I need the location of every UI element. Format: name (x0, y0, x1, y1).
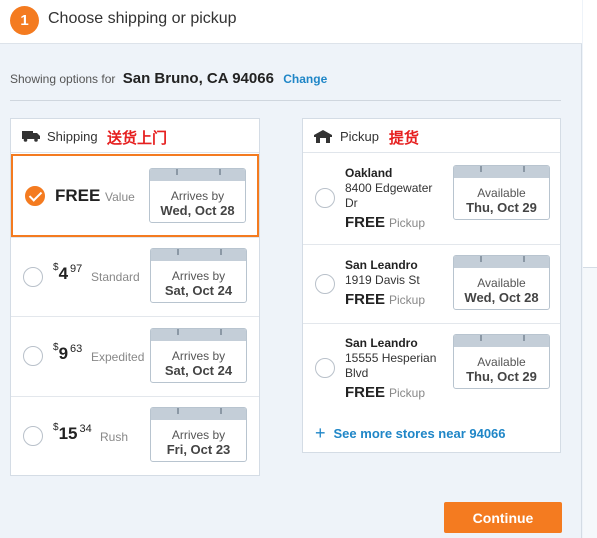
availability-label: Available (477, 186, 526, 200)
change-location-link[interactable]: Change (283, 72, 327, 86)
availability-date: Thu, Oct 29 (466, 200, 537, 215)
shipping-radio[interactable] (23, 267, 43, 287)
store-name: San Leandro (345, 258, 418, 272)
shipping-radio[interactable] (23, 426, 43, 446)
shipping-label: Shipping (47, 129, 98, 144)
availability-calendar: Available Thu, Oct 29 (453, 334, 550, 389)
arrival-date: Wed, Oct 28 (160, 203, 235, 218)
store-price: FREE Pickup (345, 291, 426, 308)
plus-icon: + (315, 423, 326, 443)
availability-calendar: Available Thu, Oct 29 (453, 165, 550, 220)
shipping-price: $9 63 (53, 342, 83, 363)
location-city: San Bruno, CA 94066 (122, 70, 274, 87)
arrival-label: Arrives by (171, 269, 226, 283)
pickup-radio[interactable] (315, 358, 335, 378)
pickup-radio[interactable] (315, 188, 335, 208)
shipping-option-standard[interactable]: $4 97 Standard Arrives by Sat, Oct 24 (11, 237, 259, 316)
see-more-stores-link[interactable]: + See more stores near 94066 (315, 422, 506, 443)
shipping-tier: Value (105, 190, 135, 204)
availability-label: Available (477, 276, 526, 290)
arrival-label: Arrives by (171, 428, 226, 442)
pickup-header: Pickup 提货 (303, 119, 560, 153)
shipping-price: $15 34 (53, 422, 92, 443)
shipping-header: Shipping 送货上门 (11, 119, 259, 153)
arrival-calendar: Arrives by Fri, Oct 23 (150, 407, 247, 462)
pickup-label: Pickup (340, 129, 380, 144)
store-name: Oakland (345, 166, 393, 180)
location-prefix: Showing options for (10, 72, 116, 86)
see-more-label: See more stores near 94066 (333, 426, 506, 441)
store-address: 15555 Hesperian Blvd (345, 351, 437, 380)
arrival-date: Fri, Oct 23 (166, 442, 231, 457)
store-name: San Leandro (345, 336, 418, 350)
shipping-radio[interactable] (23, 346, 43, 366)
store-address: 1919 Davis St (345, 273, 420, 287)
shipping-panel: 1 Choose shipping or pickup Showing opti… (0, 0, 582, 538)
shipping-annotation: 送货上门 (107, 129, 168, 147)
availability-calendar: Available Wed, Oct 28 (453, 255, 550, 310)
continue-button[interactable]: Continue (444, 502, 562, 533)
shipping-option-expedited[interactable]: $9 63 Expedited Arrives by Sat, Oct 24 (11, 316, 259, 396)
checkmark-icon[interactable] (25, 186, 45, 206)
arrival-label: Arrives by (170, 189, 225, 203)
availability-label: Available (477, 355, 526, 369)
shipping-option-value[interactable]: FREE Value Arrives by Wed, Oct 28 (11, 154, 259, 237)
arrival-label: Arrives by (171, 349, 226, 363)
store-price: FREE Pickup (345, 384, 426, 401)
store-icon (314, 130, 332, 143)
location-line: Showing options for San Bruno, CA 94066 … (10, 70, 327, 87)
shipping-box: Shipping 送货上门 FREE Value Arrives by Wed,… (10, 118, 260, 476)
arrival-calendar: Arrives by Sat, Oct 24 (150, 248, 247, 303)
pickup-radio[interactable] (315, 274, 335, 294)
truck-icon (22, 131, 40, 142)
pickup-annotation: 提货 (389, 129, 420, 147)
shipping-tier: Standard (91, 270, 140, 284)
pickup-store[interactable]: San Leandro 1919 Davis St FREE Pickup Ava… (303, 244, 560, 323)
location-divider (10, 100, 561, 101)
pickup-store[interactable]: Oakland 8400 Edgewater Dr FREE Pickup Ava… (303, 154, 560, 244)
availability-date: Wed, Oct 28 (464, 290, 539, 305)
pickup-store[interactable]: San Leandro 15555 Hesperian Blvd FREE Pic… (303, 323, 560, 413)
arrival-date: Sat, Oct 24 (164, 283, 233, 298)
pickup-box: Pickup 提货 Oakland 8400 Edgewater Dr FREE… (302, 118, 561, 453)
step-number-badge: 1 (10, 6, 39, 35)
shipping-price-free: FREE (55, 186, 101, 205)
arrival-calendar: Arrives by Wed, Oct 28 (149, 168, 246, 223)
step-header: 1 Choose shipping or pickup (0, 0, 582, 44)
arrival-calendar: Arrives by Sat, Oct 24 (150, 328, 247, 383)
store-price: FREE Pickup (345, 214, 426, 231)
adjacent-panel-edge (583, 0, 597, 538)
shipping-price: $4 97 (53, 262, 83, 283)
availability-date: Thu, Oct 29 (466, 369, 537, 384)
shipping-option-rush[interactable]: $15 34 Rush Arrives by Fri, Oct 23 (11, 396, 259, 476)
store-address: 8400 Edgewater Dr (345, 181, 433, 210)
shipping-tier: Rush (100, 430, 129, 444)
step-title: Choose shipping or pickup (48, 10, 237, 27)
adjacent-card-edge (583, 0, 597, 268)
shipping-tier: Expedited (91, 350, 145, 364)
arrival-date: Sat, Oct 24 (164, 363, 233, 378)
